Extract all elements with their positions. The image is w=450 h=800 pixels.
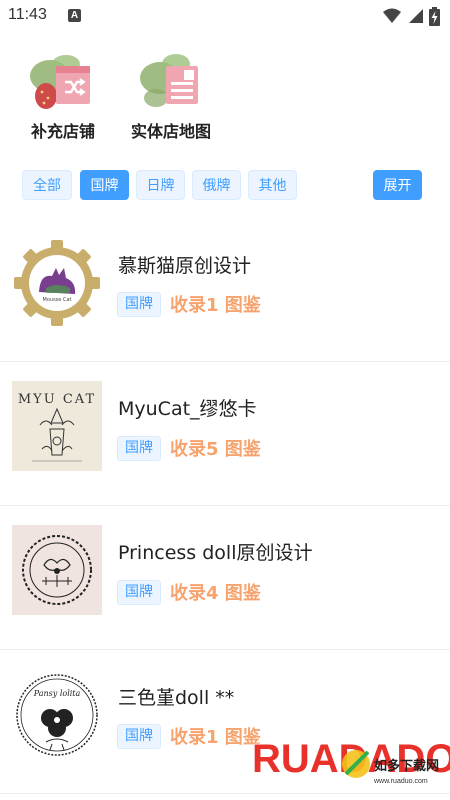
notification-a-icon: A (68, 9, 81, 22)
myucat-logo: MYU CAT (12, 381, 102, 471)
shortcut-label: 实体店地图 (130, 122, 211, 141)
shop-name: 慕斯猫原创设计 (118, 255, 252, 277)
shop-name: Princess doll原创设计 (118, 542, 313, 564)
logo-text: MYU CAT (18, 392, 96, 407)
collection-count[interactable]: 收录4 图鉴 (170, 579, 261, 605)
brand-tag: 国牌 (117, 580, 161, 605)
shop-add-icon (28, 48, 98, 112)
brand-tag: 国牌 (117, 436, 161, 461)
watermark-url: www.ruaduo.com (373, 778, 428, 785)
expand-button[interactable]: 展开 (373, 170, 422, 200)
wifi-icon (383, 8, 401, 23)
list-item[interactable]: Mousse Cat 慕斯猫原创设计 国牌 收录1 图鉴 (0, 218, 450, 362)
shortcut-store-map[interactable]: 实体店地图 (116, 48, 226, 143)
signal-icon (409, 9, 423, 23)
filter-chip-russian[interactable]: 俄牌 (192, 170, 241, 200)
collection-count[interactable]: 收录1 图鉴 (170, 291, 261, 317)
mousse-cat-logo: Mousse Cat (12, 238, 102, 328)
filter-chip-domestic[interactable]: 国牌 (80, 170, 129, 200)
shop-name: 三色堇doll ** (118, 687, 235, 709)
collection-count[interactable]: 收录1 图鉴 (170, 723, 261, 749)
princess-doll-logo (12, 525, 102, 615)
shop-list: Mousse Cat 慕斯猫原创设计 国牌 收录1 图鉴 MYU CAT Myu… (0, 218, 450, 794)
logo-text: Pansy lolita (33, 689, 81, 698)
watermark-sub: 如多下载网 (374, 758, 439, 774)
collection-count[interactable]: 收录5 图鉴 (170, 435, 261, 461)
logo-text: Mousse Cat (43, 297, 72, 303)
filter-chip-other[interactable]: 其他 (248, 170, 297, 200)
shortcut-label: 补充店铺 (30, 122, 95, 141)
list-item[interactable]: Princess doll原创设计 国牌 收录4 图鉴 (0, 506, 450, 650)
watermark-logo: RUADADO 如多下载网 www.ruaduo.com (250, 710, 450, 800)
pansy-lolita-logo: Pansy lolita (12, 670, 102, 760)
filter-chip-all[interactable]: 全部 (22, 170, 72, 200)
brand-tag: 国牌 (117, 724, 161, 749)
filter-chip-japanese[interactable]: 日牌 (136, 170, 185, 200)
shop-name: MyuCat_缪悠卡 (118, 398, 257, 420)
store-map-icon (136, 48, 206, 112)
battery-charging-icon (429, 6, 440, 26)
brand-filter-row: 全部 国牌 日牌 俄牌 其他 展开 (0, 170, 450, 202)
brand-tag: 国牌 (117, 292, 161, 317)
list-item[interactable]: MYU CAT MyuCat_缪悠卡 国牌 收录5 图鉴 (0, 362, 450, 506)
status-icons (383, 6, 440, 26)
status-bar: 11:43 A (0, 0, 450, 32)
status-time: 11:43 (8, 6, 47, 23)
shortcut-add-shop[interactable]: 补充店铺 (8, 48, 118, 143)
